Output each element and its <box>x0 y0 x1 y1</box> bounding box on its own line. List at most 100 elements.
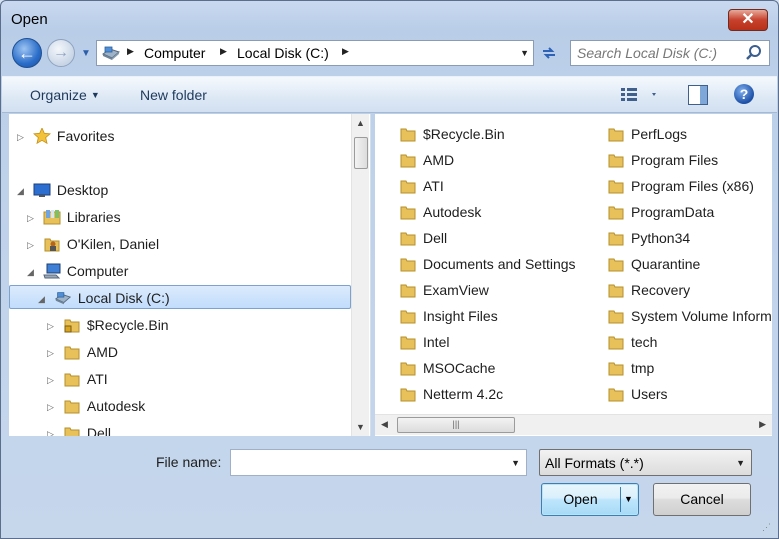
search-icon[interactable] <box>745 44 763 62</box>
tree-item-desktop[interactable]: ◢ Desktop <box>17 178 108 202</box>
locked-folder-icon <box>64 319 80 333</box>
title-bar[interactable]: Open ✕ <box>1 1 778 37</box>
file-list-item[interactable]: ProgramData <box>607 200 714 224</box>
scroll-up-icon[interactable]: ▲ <box>356 118 365 128</box>
address-bar[interactable]: ▶ Computer ▶ Local Disk (C:) ▶ ▼ <box>96 40 534 66</box>
file-list-item[interactable]: Program Files (x86) <box>607 174 754 198</box>
file-list-item[interactable]: Dell <box>399 226 447 250</box>
resize-grip-icon[interactable]: ⋰ <box>762 522 774 534</box>
file-list-item[interactable]: ExamView <box>399 278 489 302</box>
file-name-input[interactable] <box>235 454 495 470</box>
expand-icon[interactable]: ▷ <box>47 341 59 365</box>
file-item-label: Insight Files <box>423 308 498 324</box>
tree-item-libraries[interactable]: ▷ Libraries <box>27 205 121 229</box>
file-list-item[interactable]: Insight Files <box>399 304 498 328</box>
expand-icon[interactable]: ▷ <box>47 368 59 392</box>
collapse-icon[interactable]: ◢ <box>17 179 29 203</box>
tree-item-local-disk[interactable]: ◢ Local Disk (C:) <box>9 285 351 309</box>
scroll-left-icon[interactable]: ◀ <box>381 419 388 430</box>
expand-icon[interactable]: ▷ <box>47 395 59 419</box>
expand-icon[interactable]: ▷ <box>47 422 59 436</box>
file-list-item[interactable]: Users <box>607 382 668 406</box>
open-button[interactable]: Open ▼ <box>541 483 639 516</box>
new-folder-button[interactable]: New folder <box>140 87 207 103</box>
folder-icon <box>400 128 416 142</box>
scrollbar-thumb[interactable]: ||| <box>397 417 515 433</box>
back-button[interactable]: ← <box>12 38 42 68</box>
breadcrumb-separator-icon[interactable]: ▶ <box>220 46 227 57</box>
breadcrumb-separator-icon[interactable]: ▶ <box>342 46 349 57</box>
file-name-combobox[interactable]: ▼ <box>230 449 527 476</box>
recent-locations-chevron-down-icon[interactable]: ▼ <box>81 48 91 59</box>
file-list-item[interactable]: tmp <box>607 356 654 380</box>
file-type-filter-value: All Formats (*.*) <box>545 455 644 471</box>
file-list-item[interactable]: Program Files <box>607 148 718 172</box>
scrollbar-thumb[interactable] <box>354 137 368 169</box>
cancel-button[interactable]: Cancel <box>653 483 751 516</box>
file-list-item[interactable]: Autodesk <box>399 200 481 224</box>
tree-item-computer[interactable]: ◢ Computer <box>27 259 128 283</box>
tree-item-amd[interactable]: ▷ AMD <box>47 340 118 364</box>
breadcrumb-separator-icon[interactable]: ▶ <box>127 46 134 57</box>
file-item-label: Recovery <box>631 282 691 298</box>
window-title: Open <box>11 11 48 28</box>
tree-item-favorites[interactable]: ▷ Favorites <box>17 124 114 148</box>
expand-icon[interactable]: ▷ <box>17 125 29 149</box>
open-button-label: Open <box>563 491 598 507</box>
file-list-item[interactable]: System Volume Information <box>607 304 772 328</box>
file-list-item[interactable]: MSOCache <box>399 356 495 380</box>
folder-icon <box>608 180 624 194</box>
navigation-pane-scrollbar[interactable]: ▲ ▼ <box>351 114 369 436</box>
help-icon[interactable]: ? <box>734 84 754 104</box>
tree-item-recycle-bin[interactable]: ▷ $Recycle.Bin <box>47 313 169 337</box>
file-list[interactable]: $Recycle.Bin AMD ATI Autodesk Dell Documents … <box>375 114 772 436</box>
file-list-item[interactable]: AMD <box>399 148 454 172</box>
expand-icon[interactable]: ▷ <box>27 233 39 257</box>
navigation-pane[interactable]: ▷ Favorites ◢ Desktop ▷ Libraries ▷ O'Ki… <box>9 114 371 436</box>
tree-item-user[interactable]: ▷ O'Kilen, Daniel <box>27 232 159 256</box>
file-list-item[interactable]: Intel <box>399 330 449 354</box>
expand-icon[interactable]: ▷ <box>47 314 59 338</box>
file-item-label: PerfLogs <box>631 126 688 142</box>
chevron-down-icon[interactable]: ▼ <box>511 458 520 468</box>
tree-item-ati[interactable]: ▷ ATI <box>47 367 108 391</box>
breadcrumb-local-disk[interactable]: Local Disk (C:) <box>237 45 329 61</box>
close-button[interactable]: ✕ <box>728 9 768 31</box>
file-list-item[interactable]: $Recycle.Bin <box>399 122 505 146</box>
file-list-scrollbar[interactable]: ◀ ||| ▶ <box>375 414 772 435</box>
file-list-item[interactable]: Recovery <box>607 278 690 302</box>
scroll-right-icon[interactable]: ▶ <box>759 419 766 430</box>
address-history-chevron-down-icon[interactable]: ▼ <box>520 48 529 58</box>
tree-item-label: Desktop <box>56 182 109 198</box>
folder-icon <box>400 284 416 298</box>
tree-item-dell[interactable]: ▷ Dell <box>47 421 111 436</box>
expand-icon[interactable]: ▷ <box>27 206 39 230</box>
file-list-item[interactable]: Python34 <box>607 226 690 250</box>
file-list-item[interactable]: Netterm 4.2c <box>399 382 503 406</box>
preview-pane-icon[interactable] <box>688 85 708 105</box>
collapse-icon[interactable]: ◢ <box>38 287 50 311</box>
file-list-item[interactable]: PerfLogs <box>607 122 687 146</box>
collapse-icon[interactable]: ◢ <box>27 260 39 284</box>
change-view-icon[interactable] <box>620 85 660 105</box>
search-input[interactable] <box>577 44 742 62</box>
tree-item-label: Autodesk <box>86 398 146 414</box>
search-box[interactable] <box>570 40 770 66</box>
folder-icon <box>400 180 416 194</box>
file-item-label: Netterm 4.2c <box>423 386 504 402</box>
file-item-label: Program Files (x86) <box>631 178 754 194</box>
forward-button[interactable]: → <box>47 39 75 67</box>
refresh-icon <box>543 47 555 59</box>
refresh-button[interactable] <box>537 40 561 66</box>
breadcrumb-computer[interactable]: Computer <box>144 45 205 61</box>
file-list-item[interactable]: Quarantine <box>607 252 700 276</box>
file-list-item[interactable]: tech <box>607 330 657 354</box>
file-list-item[interactable]: Documents and Settings <box>399 252 576 276</box>
scroll-down-icon[interactable]: ▼ <box>356 422 365 432</box>
tree-item-autodesk[interactable]: ▷ Autodesk <box>47 394 145 418</box>
file-item-label: ATI <box>423 178 444 194</box>
organize-button[interactable]: Organize ▼ <box>30 87 100 103</box>
file-type-filter[interactable]: All Formats (*.*) ▼ <box>539 449 752 476</box>
file-list-item[interactable]: ATI <box>399 174 444 198</box>
open-options-chevron-down-icon[interactable]: ▼ <box>624 484 633 515</box>
